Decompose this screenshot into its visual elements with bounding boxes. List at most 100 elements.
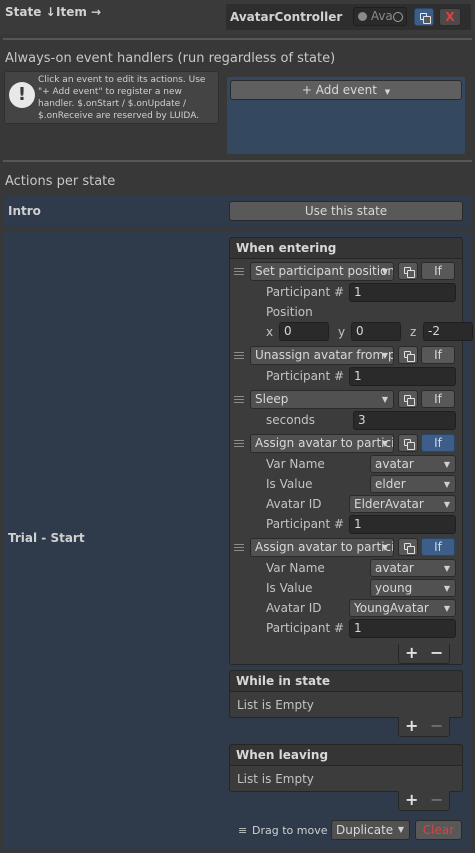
x-label: x: [266, 325, 274, 339]
copy-action-button[interactable]: [398, 434, 418, 452]
object-cube-icon: [358, 12, 367, 21]
remove-action-button[interactable]: −: [430, 792, 443, 808]
state-sort-label[interactable]: State ↓: [5, 4, 56, 20]
is-value-dropdown[interactable]: young ▼: [370, 579, 456, 597]
info-box: ! Click an event to edit its actions. Us…: [4, 71, 219, 124]
seconds-input[interactable]: 3: [353, 411, 456, 430]
while-in-state-header: While in state: [229, 670, 463, 692]
dropdown-arrow-icon: ▼: [443, 480, 450, 489]
copy-action-button[interactable]: [398, 538, 418, 556]
item-sort-label[interactable]: Item →: [56, 4, 101, 20]
intro-label: Intro: [8, 204, 41, 218]
always-on-separator: [3, 160, 472, 162]
participant-input[interactable]: 1: [349, 367, 456, 386]
copy-controller-button[interactable]: [414, 8, 434, 26]
header-separator: [3, 38, 472, 40]
add-event-button[interactable]: + Add event ▼: [230, 80, 462, 100]
participant-input[interactable]: 1: [349, 283, 456, 302]
position-x-input[interactable]: 0: [279, 322, 329, 341]
while-in-state-empty: List is Empty: [237, 698, 314, 712]
avatar-id-dropdown[interactable]: YoungAvatar ▼: [349, 599, 456, 617]
action-dropdown-value: Assign avatar to participant: [255, 540, 393, 554]
is-value-label: Is Value: [266, 477, 313, 491]
always-on-title: Always-on event handlers (run regardless…: [5, 51, 336, 66]
copy-icon: [404, 351, 415, 362]
avatar-controller-row: AvatarController Ava X: [226, 4, 471, 30]
action-dropdown[interactable]: Unassign avatar from participant▼: [250, 346, 394, 365]
participant-input[interactable]: 1: [349, 515, 456, 534]
var-name-dropdown[interactable]: avatar ▼: [370, 455, 456, 473]
participant-label: Participant #: [266, 517, 345, 531]
clear-button[interactable]: Clear: [415, 820, 462, 840]
remove-action-button[interactable]: −: [430, 645, 443, 661]
copy-action-button[interactable]: [398, 346, 418, 364]
action-dropdown[interactable]: Set participant position ▼: [250, 262, 394, 281]
dropdown-arrow-icon: ▼: [381, 395, 388, 404]
dropdown-arrow-icon: ▼: [443, 584, 450, 593]
avatar-object-field[interactable]: Ava: [353, 7, 407, 26]
add-action-button[interactable]: +: [405, 718, 418, 734]
info-text: Click an event to edit its actions. Use …: [38, 75, 206, 121]
action-dropdown-value: Unassign avatar from participant: [255, 348, 393, 362]
add-action-button[interactable]: +: [405, 792, 418, 808]
add-action-button[interactable]: +: [405, 645, 418, 661]
dropdown-arrow-icon: ▼: [443, 500, 450, 509]
copy-icon: [404, 543, 415, 554]
avatar-id-value: ElderAvatar: [354, 497, 424, 511]
dropdown-arrow-icon: ▼: [381, 543, 388, 552]
use-this-state-button[interactable]: Use this state: [229, 201, 463, 221]
participant-label: Participant #: [266, 621, 345, 635]
drag-handle-icon[interactable]: [234, 268, 244, 275]
var-name-dropdown[interactable]: avatar ▼: [370, 559, 456, 577]
drag-handle-icon[interactable]: [234, 440, 244, 447]
action-dropdown-value: Sleep: [255, 392, 289, 406]
add-event-label: + Add event: [301, 83, 377, 97]
if-toggle[interactable]: If: [421, 434, 455, 452]
dropdown-arrow-icon: ▼: [381, 267, 388, 276]
y-label: y: [338, 325, 346, 339]
if-toggle[interactable]: If: [421, 346, 455, 364]
action-dropdown[interactable]: Sleep ▼: [250, 390, 394, 409]
avatar-field-value: Ava: [370, 9, 393, 23]
copy-icon: [404, 439, 415, 450]
action-dropdown-value: Assign avatar to participant: [255, 436, 393, 450]
action-dropdown[interactable]: Assign avatar to participant▼: [250, 538, 394, 557]
if-toggle[interactable]: If: [421, 538, 455, 556]
is-value-dropdown[interactable]: elder ▼: [370, 475, 456, 493]
object-picker-icon[interactable]: [393, 12, 403, 22]
trial-label: Trial - Start: [8, 531, 85, 545]
var-name-label: Var Name: [266, 457, 325, 471]
participant-input[interactable]: 1: [349, 619, 456, 638]
avatar-id-value: YoungAvatar: [354, 601, 429, 615]
position-label: Position: [266, 305, 313, 319]
copy-action-button[interactable]: [398, 390, 418, 408]
if-toggle[interactable]: If: [421, 390, 455, 408]
duplicate-button[interactable]: Duplicate ▼: [331, 820, 410, 840]
copy-icon: [404, 395, 415, 406]
remove-action-button[interactable]: −: [430, 718, 443, 734]
actions-title: Actions per state: [5, 174, 116, 189]
header-bar: State ↓ Item → AvatarController Ava X: [0, 0, 475, 34]
drag-handle-icon[interactable]: [234, 396, 244, 403]
drag-handle-icon[interactable]: [234, 352, 244, 359]
dropdown-arrow-icon: ▼: [397, 825, 404, 834]
when-leaving-header: When leaving: [229, 744, 463, 766]
dropdown-arrow-icon: ▼: [443, 460, 450, 469]
position-y-input[interactable]: 0: [351, 322, 401, 341]
close-button[interactable]: X: [439, 8, 461, 26]
action-dropdown-value: Set participant position: [255, 264, 393, 278]
intro-row: Intro Use this state: [3, 195, 472, 227]
if-toggle[interactable]: If: [421, 262, 455, 280]
dropdown-arrow-icon: ▼: [443, 604, 450, 613]
var-name-label: Var Name: [266, 561, 325, 575]
is-value-label: Is Value: [266, 581, 313, 595]
avatar-id-dropdown[interactable]: ElderAvatar ▼: [349, 495, 456, 513]
position-z-input[interactable]: -2: [423, 322, 473, 341]
dropdown-arrow-icon: ▼: [384, 88, 391, 96]
action-dropdown[interactable]: Assign avatar to participant▼: [250, 434, 394, 453]
when-entering-header: When entering: [229, 237, 463, 259]
drag-handle-icon[interactable]: ≡: [238, 823, 247, 839]
participant-label: Participant #: [266, 369, 345, 383]
copy-action-button[interactable]: [398, 262, 418, 280]
drag-handle-icon[interactable]: [234, 544, 244, 551]
